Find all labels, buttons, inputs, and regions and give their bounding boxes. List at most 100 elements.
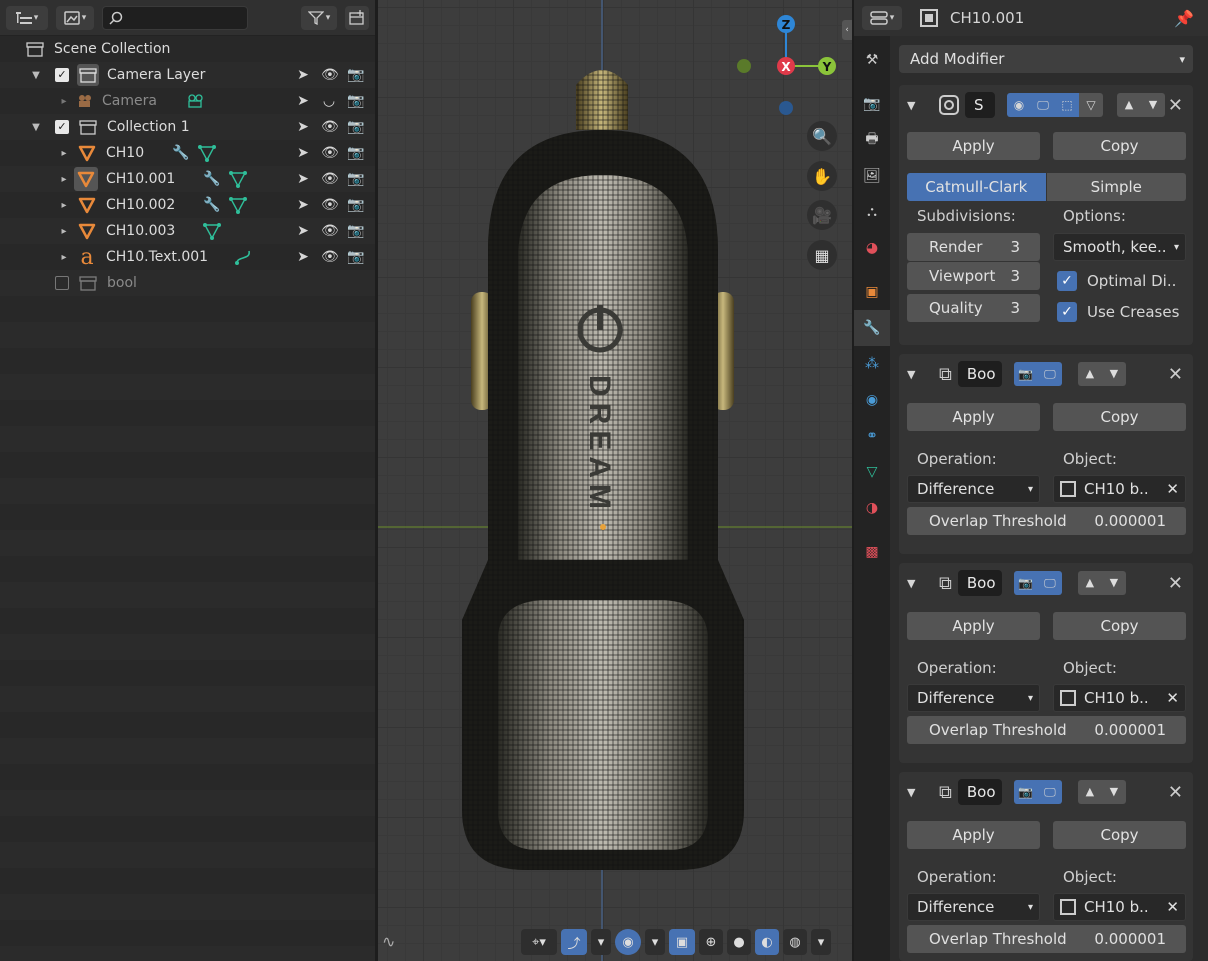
remove-modifier-icon[interactable]: ✕: [1168, 364, 1183, 385]
copy-button[interactable]: Copy: [1053, 403, 1186, 431]
object-field[interactable]: CH10 b.. ✕: [1053, 684, 1186, 712]
outliner-row-scene-collection[interactable]: Scene Collection: [0, 36, 375, 62]
select-icon[interactable]: ➤: [295, 171, 311, 187]
select-icon[interactable]: ➤: [295, 119, 311, 135]
expand-arrow-icon[interactable]: ▸: [58, 226, 70, 237]
camera-render-icon[interactable]: 📷: [347, 171, 364, 187]
eye-icon[interactable]: 👁: [321, 249, 339, 265]
camera-render-icon[interactable]: 📷: [347, 119, 364, 135]
select-icon[interactable]: ➤: [295, 145, 311, 161]
clear-object-icon[interactable]: ✕: [1166, 480, 1179, 498]
sidebar-toggle-arrow[interactable]: ‹: [842, 20, 852, 40]
expand-arrow-icon[interactable]: ▼: [30, 70, 42, 81]
outliner-row-bool[interactable]: bool: [0, 270, 375, 296]
move-down-icon[interactable]: ▼: [1102, 780, 1126, 804]
collapse-arrow-icon[interactable]: ▼: [907, 368, 921, 381]
viewport-levels-field[interactable]: Viewport 3: [907, 262, 1040, 290]
outliner-row-ch10[interactable]: ▸ CH10 🔧 ➤ 👁 📷: [0, 140, 375, 166]
gizmo-neg-z-icon[interactable]: [779, 101, 793, 115]
3d-viewport[interactable]: DREAM Z X Y 🔍 ✋ 🎥 ▦ ‹ ∿ ⌖▾ ⤴ ▾ ◉ ▾ ▣ ⊕ ●…: [378, 0, 852, 961]
tab-object[interactable]: ▣: [854, 274, 890, 310]
editor-type-button[interactable]: ▾: [862, 6, 902, 30]
select-icon[interactable]: ➤: [295, 249, 311, 265]
tab-constraints[interactable]: ⚭: [854, 418, 890, 454]
eye-icon[interactable]: 👁: [321, 171, 339, 187]
overlays-options-button[interactable]: ▾: [645, 929, 665, 955]
tab-modifiers[interactable]: 🔧: [854, 310, 890, 346]
modifier-name-input[interactable]: Boo: [957, 361, 1002, 387]
search-input[interactable]: [102, 5, 248, 30]
move-arrows[interactable]: ▲ ▼: [1077, 362, 1126, 386]
move-up-icon[interactable]: ▲: [1078, 571, 1102, 595]
remove-modifier-icon[interactable]: ✕: [1168, 95, 1183, 116]
axis-gizmo[interactable]: Z X Y: [728, 10, 848, 120]
render-toggle[interactable]: 📷: [1013, 571, 1038, 595]
move-arrows[interactable]: ▲ ▼: [1117, 93, 1165, 117]
copy-button[interactable]: Copy: [1053, 821, 1186, 849]
camera-render-icon[interactable]: 📷: [347, 67, 364, 83]
outliner-row-ch10-001[interactable]: ▸ CH10.001 🔧 ➤ 👁 📷: [0, 166, 375, 192]
apply-button[interactable]: Apply: [907, 403, 1040, 431]
use-creases-checkbox[interactable]: ✓ Use Creases: [1057, 302, 1179, 322]
filter-button[interactable]: ▾: [301, 5, 337, 30]
eye-icon[interactable]: 👁: [321, 145, 339, 161]
pan-button[interactable]: ✋: [807, 161, 837, 191]
select-icon[interactable]: ➤: [295, 223, 311, 239]
overlap-threshold-field[interactable]: Overlap Threshold 0.000001: [907, 925, 1186, 953]
collapse-arrow-icon[interactable]: ▼: [907, 786, 921, 799]
modifier-name-input[interactable]: Boo: [957, 779, 1002, 805]
expand-arrow-icon[interactable]: ▼: [30, 122, 42, 133]
camera-render-icon[interactable]: 📷: [347, 197, 364, 213]
eye-icon[interactable]: 👁: [321, 223, 339, 239]
collapse-arrow-icon[interactable]: ▼: [907, 577, 921, 590]
display-mode-button[interactable]: ▾: [56, 5, 94, 30]
outliner-row-ch10-002[interactable]: ▸ CH10.002 🔧 ➤ 👁 📷: [0, 192, 375, 218]
pin-icon[interactable]: 📌: [1174, 9, 1194, 28]
move-arrows[interactable]: ▲ ▼: [1077, 571, 1126, 595]
move-arrows[interactable]: ▲ ▼: [1077, 780, 1126, 804]
quality-field[interactable]: Quality 3: [907, 294, 1040, 322]
operation-dropdown[interactable]: Difference ▾: [907, 893, 1040, 921]
remove-modifier-icon[interactable]: ✕: [1168, 782, 1183, 803]
tab-view-layer[interactable]: 🖼: [854, 158, 890, 194]
camera-render-icon[interactable]: 📷: [347, 249, 364, 265]
tab-world[interactable]: ◕: [854, 230, 890, 266]
exclude-checkbox[interactable]: [55, 276, 69, 290]
pivot-button[interactable]: ⌖▾: [521, 929, 557, 955]
exclude-checkbox[interactable]: ✓: [55, 68, 69, 82]
edit-mode-toggle[interactable]: ◉: [1007, 93, 1031, 117]
apply-button[interactable]: Apply: [907, 132, 1040, 160]
render-toggle[interactable]: 📷: [1013, 780, 1038, 804]
select-icon[interactable]: ➤: [295, 67, 311, 83]
snap-button[interactable]: ⤴: [561, 929, 587, 955]
move-up-icon[interactable]: ▲: [1117, 93, 1141, 117]
eye-icon[interactable]: 👁: [321, 119, 339, 135]
tab-scene[interactable]: ⛬: [854, 194, 890, 230]
move-up-icon[interactable]: ▲: [1078, 362, 1102, 386]
curve-icon[interactable]: ∿: [382, 932, 395, 951]
expand-arrow-icon[interactable]: ▸: [58, 148, 70, 159]
outliner-row-camera[interactable]: ▸ Camera ➤ ◡ 📷: [0, 88, 375, 114]
expand-arrow-icon[interactable]: ▸: [58, 96, 70, 107]
snap-options-button[interactable]: ▾: [591, 929, 611, 955]
apply-button[interactable]: Apply: [907, 612, 1040, 640]
operation-dropdown[interactable]: Difference ▾: [907, 684, 1040, 712]
copy-button[interactable]: Copy: [1053, 612, 1186, 640]
optimal-display-checkbox[interactable]: ✓ Optimal Di..: [1057, 271, 1176, 291]
rendered-shading-button[interactable]: ◍: [783, 929, 807, 955]
outliner-row-collection-1[interactable]: ▼ ✓ Collection 1 ➤ 👁 📷: [0, 114, 375, 140]
hidden-eye-icon[interactable]: ◡: [321, 93, 337, 109]
modifier-name-input[interactable]: Boo: [957, 570, 1002, 596]
modifier-name-input[interactable]: S: [965, 92, 995, 118]
apply-button[interactable]: Apply: [907, 821, 1040, 849]
overlap-threshold-field[interactable]: Overlap Threshold 0.000001: [907, 716, 1186, 744]
realtime-toggle[interactable]: 🖵: [1037, 780, 1062, 804]
clear-object-icon[interactable]: ✕: [1166, 689, 1179, 707]
add-modifier-dropdown[interactable]: Add Modifier ▾: [899, 45, 1193, 73]
tab-particles[interactable]: ⁂: [854, 346, 890, 382]
new-collection-button[interactable]: [345, 5, 369, 30]
realtime-toggle[interactable]: 🖵: [1037, 362, 1062, 386]
operation-dropdown[interactable]: Difference ▾: [907, 475, 1040, 503]
eye-icon[interactable]: 👁: [321, 67, 339, 83]
tab-data[interactable]: ▽: [854, 454, 890, 490]
